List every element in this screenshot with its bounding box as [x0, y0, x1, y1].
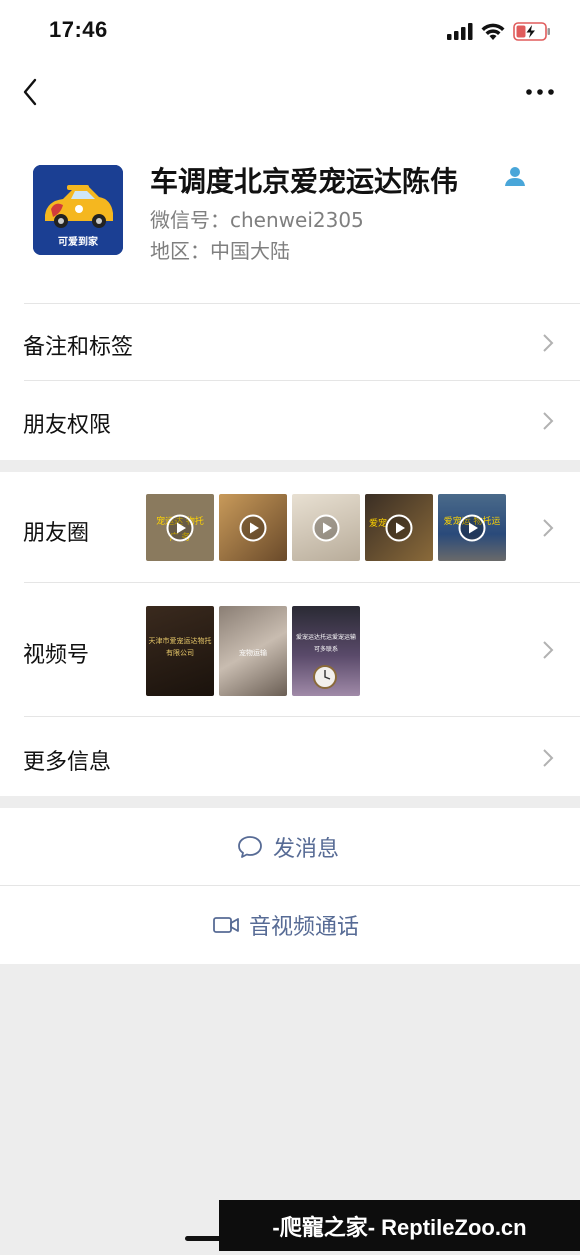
chevron-right-icon — [543, 412, 554, 430]
channels-thumbnail[interactable]: 爱宠运达托运爱宠运输 可多联系 — [292, 606, 360, 696]
moments-row[interactable]: 朋友圈 宠运达 物托 广 务 爱宠 爱宠运 物托运 — [0, 472, 580, 583]
play-icon — [458, 514, 486, 542]
back-button[interactable] — [18, 76, 46, 108]
contact-person-icon — [505, 167, 525, 186]
thumbnail-caption: 天津市爱宠运达物托 — [148, 637, 212, 645]
battery-charging-icon — [513, 22, 550, 41]
channels-thumbnail[interactable]: 宠物运输 — [219, 606, 287, 696]
profile-header: 可爱到家 车调度北京爱宠运达陈伟 微信号：chenwei2305 地区：中国大陆 — [0, 132, 580, 304]
nav-bar — [0, 62, 580, 132]
more-info-row[interactable]: 更多信息 — [0, 717, 580, 796]
moments-thumbnail[interactable]: 爱宠运 物托运 — [438, 494, 506, 561]
watch-icon — [313, 665, 337, 689]
status-bar: 17:46 — [0, 0, 580, 62]
chevron-right-icon — [543, 334, 554, 352]
channels-label: 视频号 — [23, 643, 90, 668]
chat-bubble-icon — [238, 836, 262, 858]
moments-thumbnail[interactable]: 宠运达 物托 广 务 — [146, 494, 214, 561]
channels-thumbnail[interactable]: 天津市爱宠运达物托 有限公司 — [146, 606, 214, 696]
watermark: -爬寵之家- ReptileZoo.cn — [219, 1200, 580, 1251]
play-icon — [385, 514, 413, 542]
remark-and-tags-row[interactable]: 备注和标签 — [0, 304, 580, 381]
video-call-button[interactable]: 音视频通话 — [0, 886, 580, 964]
status-time: 17:46 — [49, 17, 108, 42]
cellular-signal-icon — [447, 23, 473, 40]
moments-thumbnail[interactable] — [292, 494, 360, 561]
remark-and-tags-label: 备注和标签 — [23, 335, 134, 360]
more-info-label: 更多信息 — [23, 750, 112, 775]
chevron-right-icon — [543, 641, 554, 659]
play-icon — [166, 514, 194, 542]
thumbnail-caption: 可多联系 — [313, 646, 338, 653]
video-camera-icon — [213, 917, 239, 933]
wifi-icon — [481, 23, 505, 40]
moments-thumbnail[interactable] — [219, 494, 287, 561]
avatar-caption: 可爱到家 — [58, 237, 98, 248]
region: 地区：中国大陆 — [150, 239, 290, 263]
more-options-button[interactable] — [524, 82, 556, 102]
play-icon — [239, 514, 267, 542]
friend-permissions-label: 朋友权限 — [23, 413, 112, 438]
video-call-label: 音视频通话 — [249, 915, 360, 940]
thumbnail-caption: 宠物运输 — [239, 649, 267, 657]
moments-thumbnail[interactable]: 爱宠 — [365, 494, 433, 561]
thumbnail-caption: 有限公司 — [166, 649, 194, 657]
thumbnail-caption: 爱宠运达托运爱宠运输 — [295, 634, 356, 641]
send-message-button[interactable]: 发消息 — [0, 808, 580, 886]
friend-permissions-row[interactable]: 朋友权限 — [0, 381, 580, 460]
send-message-label: 发消息 — [273, 837, 340, 862]
chevron-right-icon — [543, 749, 554, 767]
wechat-id: 微信号：chenwei2305 — [150, 208, 364, 232]
play-icon — [312, 514, 340, 542]
chevron-right-icon — [543, 519, 554, 537]
profile-name: 车调度北京爱宠运达陈伟 — [150, 165, 459, 198]
moments-label: 朋友圈 — [23, 521, 90, 546]
avatar[interactable]: 可爱到家 — [33, 165, 123, 255]
channels-row[interactable]: 视频号 天津市爱宠运达物托 有限公司 宠物运输 爱宠运达托运爱宠运输 可多联系 — [0, 583, 580, 717]
